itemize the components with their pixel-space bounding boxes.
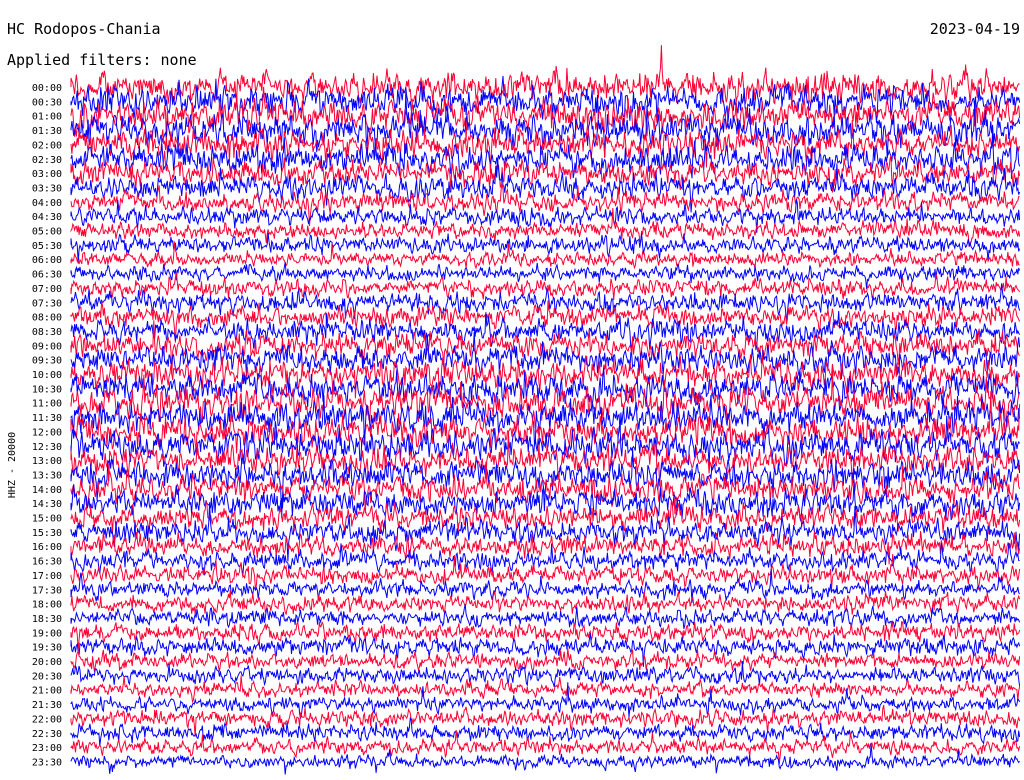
time-tick-0430: 04:30	[32, 212, 62, 223]
station-title: HC Rodopos-Chania	[7, 20, 161, 38]
trace-row-2100	[70, 675, 1021, 704]
time-tick-0500: 05:00	[32, 227, 62, 238]
time-tick-1430: 14:30	[32, 499, 62, 510]
time-tick-2100: 21:00	[32, 686, 62, 697]
time-tick-0800: 08:00	[32, 313, 62, 324]
time-tick-1030: 10:30	[32, 384, 62, 395]
time-tick-0530: 05:30	[32, 241, 62, 252]
time-tick-0000: 00:00	[32, 83, 62, 94]
time-tick-0900: 09:00	[32, 341, 62, 352]
time-tick-1300: 13:00	[32, 456, 62, 467]
date-label: 2023-04-19	[929, 20, 1020, 38]
time-tick-1500: 15:00	[32, 514, 62, 525]
time-tick-1530: 15:30	[32, 528, 62, 539]
time-tick-0830: 08:30	[32, 327, 62, 338]
time-tick-2230: 22:30	[32, 729, 62, 740]
trace-row-1530	[70, 502, 1021, 562]
time-tick-0030: 00:30	[32, 97, 62, 108]
seismogram-plot: 00:00 00:30 01:00 01:30 02:00 02:30 03:00 03:30…	[7, 45, 1021, 775]
trace-row-1800	[70, 590, 1021, 616]
time-tick-1400: 14:00	[32, 485, 62, 496]
time-tick-0230: 02:30	[32, 155, 62, 166]
time-tick-1830: 18:30	[32, 614, 62, 625]
time-tick-1100: 11:00	[32, 399, 62, 410]
trace-row-0800	[70, 300, 1021, 343]
time-tick-1600: 16:00	[32, 542, 62, 553]
helicorder-chart: 00:00 00:30 01:00 01:30 02:00 02:30 03:00 03:30…	[0, 0, 1024, 780]
time-tick-labels: 00:00 00:30 01:00 01:30 02:00 02:30 03:00 03:30…	[32, 83, 62, 768]
time-tick-1900: 19:00	[32, 628, 62, 639]
time-tick-0630: 06:30	[32, 270, 62, 281]
time-tick-2130: 21:30	[32, 700, 62, 711]
time-tick-1630: 16:30	[32, 557, 62, 568]
time-tick-1700: 17:00	[32, 571, 62, 582]
time-tick-1130: 11:30	[32, 413, 62, 424]
time-tick-2200: 22:00	[32, 714, 62, 725]
time-tick-0200: 02:00	[32, 140, 62, 151]
time-tick-1000: 10:00	[32, 370, 62, 381]
trace-group	[70, 45, 1021, 775]
time-tick-1930: 19:30	[32, 643, 62, 654]
time-tick-0930: 09:30	[32, 356, 62, 367]
time-tick-0100: 01:00	[32, 112, 62, 123]
y-axis-label: HHZ - 20000	[7, 432, 18, 498]
time-tick-1800: 18:00	[32, 600, 62, 611]
time-tick-2000: 20:00	[32, 657, 62, 668]
time-tick-2300: 23:00	[32, 743, 62, 754]
filter-subtitle: Applied filters: none	[7, 51, 197, 69]
time-tick-1230: 12:30	[32, 442, 62, 453]
time-tick-2330: 23:30	[32, 757, 62, 768]
time-tick-0700: 07:00	[32, 284, 62, 295]
trace-row-2000	[70, 648, 1021, 672]
time-tick-0730: 07:30	[32, 298, 62, 309]
time-tick-1200: 12:00	[32, 427, 62, 438]
trace-row-2030	[70, 660, 1021, 688]
time-tick-1330: 13:30	[32, 470, 62, 481]
time-tick-0600: 06:00	[32, 255, 62, 266]
time-tick-1730: 17:30	[32, 585, 62, 596]
time-tick-0330: 03:30	[32, 183, 62, 194]
time-tick-2030: 20:30	[32, 671, 62, 682]
time-tick-0130: 01:30	[32, 126, 62, 137]
time-tick-0400: 04:00	[32, 198, 62, 209]
time-tick-0300: 03:00	[32, 169, 62, 180]
